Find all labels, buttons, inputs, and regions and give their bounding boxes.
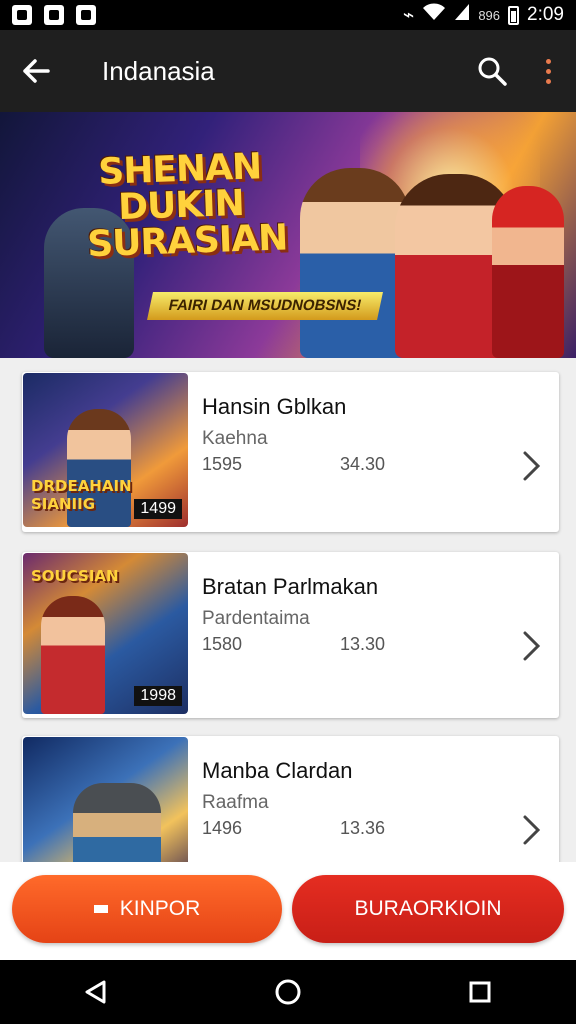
notification-icon <box>44 5 64 25</box>
battery-icon <box>508 5 520 25</box>
status-system: ⌁ 896 2:09 <box>403 3 564 27</box>
thumbnail-badge: 1998 <box>134 686 182 706</box>
item-meta-left: 1595 <box>202 454 243 474</box>
nav-home-icon[interactable] <box>248 960 328 1024</box>
secondary-action-button[interactable]: BURAORKIOIN <box>292 875 564 943</box>
list-item[interactable]: SOUCSIAN 1998 Bratan Parlmakan Pardentai… <box>22 552 559 718</box>
item-meta-left: 1496 <box>202 818 243 838</box>
thumbnail-figure <box>41 596 105 714</box>
chevron-right-icon[interactable] <box>521 450 541 482</box>
app-screen: ⌁ 896 2:09 Indanasia SHENAN DUKIN SURASI… <box>0 0 576 1024</box>
thumbnail-title: SOUCSIAN <box>31 567 119 585</box>
more-vert-icon[interactable] <box>520 30 576 112</box>
system-nav-bar <box>0 960 576 1024</box>
signal-icon <box>454 3 470 27</box>
bottom-action-bar: KINPOR BURAORKIOIN <box>0 862 576 960</box>
wifi-icon <box>422 3 446 27</box>
back-arrow-icon[interactable] <box>0 30 72 112</box>
list-item[interactable]: DRDEAHAIN SIANIIG 1499 Hansin Gblkan Kae… <box>22 372 559 532</box>
search-icon[interactable] <box>464 30 520 112</box>
item-name: Bratan Parlmakan <box>202 574 379 599</box>
item-name: Hansin Gblkan <box>202 394 347 419</box>
item-thumbnail: DRDEAHAIN SIANIIG 1499 <box>23 373 188 527</box>
chevron-right-icon[interactable] <box>521 630 541 662</box>
button-icon <box>93 905 108 913</box>
status-small-text: 896 <box>478 7 501 23</box>
item-name: Manba Clardan <box>202 758 353 783</box>
nav-back-icon[interactable] <box>56 960 136 1024</box>
status-bar: ⌁ 896 2:09 <box>0 0 576 30</box>
banner-subtitle: FAIRI DAN MSUDNOBSNS! <box>147 292 383 320</box>
item-meta-right: 13.30 <box>340 634 386 654</box>
notification-icon <box>12 5 32 25</box>
chevron-right-icon[interactable] <box>521 814 541 846</box>
app-bar: Indanasia <box>0 30 576 112</box>
vibrate-icon: ⌁ <box>402 4 415 26</box>
item-thumbnail: SOUCSIAN 1998 <box>23 553 188 714</box>
banner-hero-figure <box>492 186 564 358</box>
item-subtitle: Pardentaima <box>202 608 310 629</box>
banner-hero-figure <box>300 168 410 358</box>
status-time: 2:09 <box>527 4 564 25</box>
page-title: Indanasia <box>102 55 215 86</box>
item-meta-right: 13.36 <box>340 818 386 838</box>
item-subtitle: Raafma <box>202 792 269 813</box>
banner-title: SHENAN DUKIN SURASIAN <box>84 146 288 266</box>
button-label: KINPOR <box>119 897 201 920</box>
promo-banner[interactable]: SHENAN DUKIN SURASIAN FAIRI DAN MSUDNOBS… <box>0 112 576 358</box>
item-text: Hansin Gblkan Kaehna <box>202 394 346 450</box>
app-bar-actions <box>464 30 576 112</box>
nav-recents-icon[interactable] <box>440 960 520 1024</box>
notification-icon <box>76 5 96 25</box>
item-meta-left: 1580 <box>202 634 243 654</box>
thumbnail-badge: 1499 <box>134 499 182 519</box>
item-text: Manba Clardan Raafma <box>202 758 352 814</box>
item-text: Bratan Parlmakan Pardentaima <box>202 574 378 630</box>
banner-title-line: SURASIAN <box>86 217 288 266</box>
button-label: BURAORKIOIN <box>354 897 502 920</box>
item-subtitle: Kaehna <box>202 428 268 449</box>
item-meta-right: 34.30 <box>340 454 386 474</box>
status-notifications <box>12 5 96 25</box>
primary-action-button[interactable]: KINPOR <box>12 875 282 943</box>
